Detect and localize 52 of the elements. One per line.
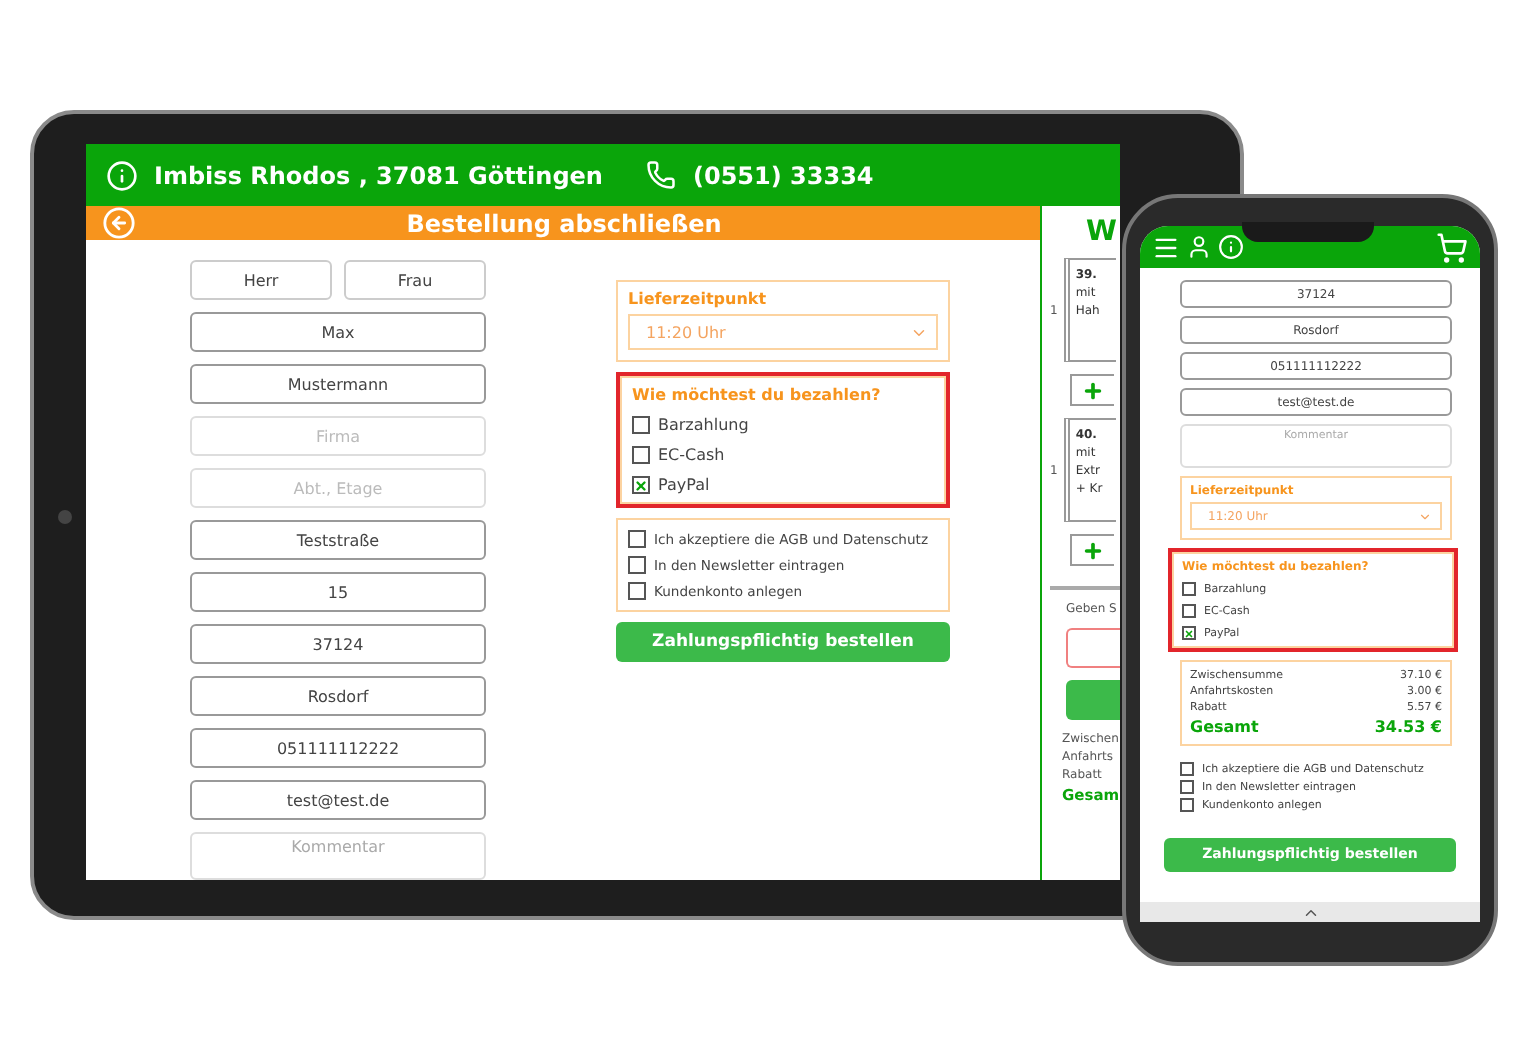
- plus-icon: [1082, 539, 1104, 561]
- payment-title: Wie möchtest du bezahlen?: [632, 386, 883, 404]
- checkbox[interactable]: [1180, 798, 1194, 812]
- page-title: Bestellung abschließen: [404, 209, 724, 237]
- input-field[interactable]: test@test.de: [190, 780, 486, 820]
- checkbox[interactable]: [632, 416, 650, 434]
- checkbox[interactable]: [628, 530, 646, 548]
- checkbox[interactable]: [628, 556, 646, 574]
- menu-icon[interactable]: [1152, 233, 1180, 261]
- info-icon: [106, 159, 138, 191]
- input-field[interactable]: Max: [190, 312, 486, 352]
- plus-icon: [1082, 379, 1104, 401]
- chevron-down-icon: [1418, 509, 1432, 523]
- input-field[interactable]: Mustermann: [190, 364, 486, 404]
- delivery-label: Lieferzeitpunkt: [628, 290, 769, 308]
- user-icon[interactable]: [1186, 234, 1212, 260]
- voucher-field[interactable]: [1066, 628, 1120, 668]
- phone-number: (0551) 33334: [692, 161, 874, 189]
- salutation-button[interactable]: Herr: [190, 260, 332, 300]
- camera-dot: [58, 510, 72, 524]
- checkbox[interactable]: [1182, 582, 1196, 596]
- input-field[interactable]: Rosdorf: [190, 676, 486, 716]
- checkbox[interactable]: [628, 582, 646, 600]
- input-field[interactable]: Firma: [190, 416, 486, 456]
- phone-notch: [1242, 222, 1374, 242]
- input-field[interactable]: 051111112222: [190, 728, 486, 768]
- checkbox[interactable]: [1182, 604, 1196, 618]
- checkbox-option[interactable]: PayPal: [632, 476, 934, 494]
- checkbox-option[interactable]: EC-Cash: [632, 446, 934, 464]
- cart-heading: W: [1084, 218, 1117, 246]
- cart-icon[interactable]: [1436, 231, 1468, 263]
- checkbox[interactable]: [1180, 780, 1194, 794]
- total-amount: 34.53 €: [1374, 718, 1442, 736]
- checkbox[interactable]: [1182, 626, 1196, 640]
- total-label: Gesamt: [1190, 718, 1259, 736]
- checkbox[interactable]: [632, 476, 650, 494]
- salutation-button[interactable]: Frau: [344, 260, 486, 300]
- check-icon: [634, 477, 648, 493]
- input-field[interactable]: Teststraße: [190, 520, 486, 560]
- input-field[interactable]: 15: [190, 572, 486, 612]
- input-field[interactable]: 37124: [190, 624, 486, 664]
- checkbox[interactable]: [1180, 762, 1194, 776]
- checkbox-option[interactable]: Barzahlung: [632, 416, 934, 434]
- add-button[interactable]: [1070, 374, 1114, 406]
- checkbox[interactable]: [632, 446, 650, 464]
- check-icon: [1184, 627, 1194, 639]
- restaurant-info: Imbiss Rhodos , 37081 Göttingen: [154, 161, 603, 189]
- comment-field[interactable]: Kommentar: [190, 832, 486, 880]
- phone-icon: [646, 160, 677, 190]
- input-field[interactable]: Abt., Etage: [190, 468, 486, 508]
- info-icon[interactable]: [1218, 234, 1244, 260]
- add-button[interactable]: [1070, 534, 1114, 566]
